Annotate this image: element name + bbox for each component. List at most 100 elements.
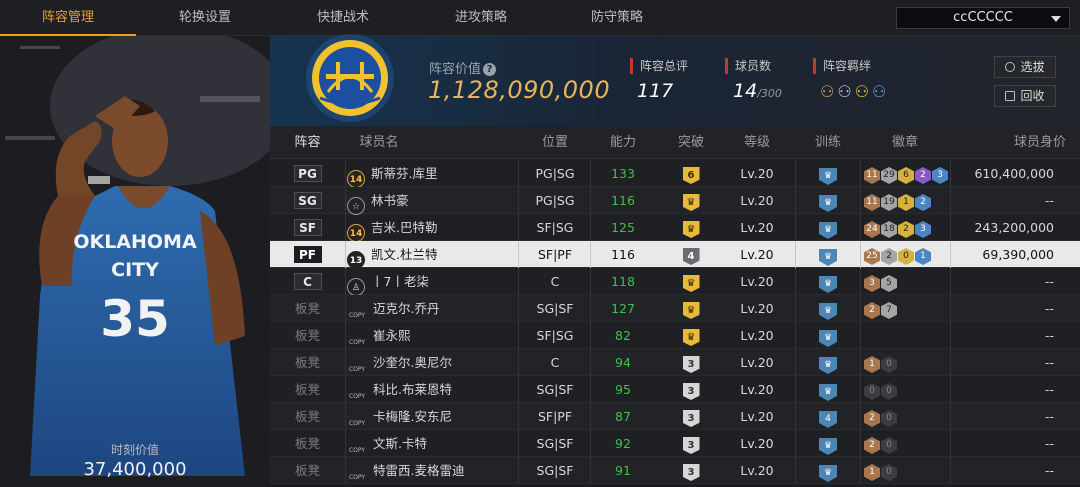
badges-cell[interactable]: 20: [864, 430, 898, 457]
slot-cell[interactable]: 板凳: [270, 322, 345, 349]
slot-cell[interactable]: 板凳: [270, 403, 345, 430]
col-position[interactable]: 位置: [520, 126, 590, 159]
badge-icon[interactable]: 2: [881, 248, 897, 265]
table-row[interactable]: SG ☆ 林书豪 PG|SG 116 ♛ Lv.20 ♛ 11 19 1 2 --: [270, 187, 1080, 215]
badges-cell[interactable]: 24 18 2 3: [864, 214, 932, 241]
breakthrough-icon[interactable]: ♛: [682, 329, 700, 346]
badge-icon[interactable]: 0: [881, 410, 897, 427]
tab-defense-strategy[interactable]: 防守策略: [550, 0, 684, 36]
tab-offense-strategy[interactable]: 进攻策略: [412, 0, 550, 36]
badge-icon[interactable]: 2: [864, 410, 880, 427]
training-icon[interactable]: ♛: [819, 168, 837, 185]
training-cell[interactable]: ♛: [800, 349, 856, 376]
breakthrough-cell[interactable]: ♛: [656, 214, 726, 241]
badge-icon[interactable]: 1: [864, 464, 880, 481]
table-row[interactable]: C ♙ 丨7丨老柒 C 118 ♛ Lv.20 ♛ 35 --: [270, 268, 1080, 296]
breakthrough-cell[interactable]: ♛: [656, 187, 726, 214]
badge-icon[interactable]: 7: [881, 302, 897, 319]
badge-icon[interactable]: 19: [881, 194, 897, 211]
badge-icon[interactable]: 3: [932, 167, 948, 184]
player-name-cell[interactable]: 13 凯文.杜兰特: [347, 241, 437, 269]
breakthrough-icon[interactable]: 3: [682, 464, 700, 481]
player-name-cell[interactable]: 14 吉米.巴特勒: [347, 214, 437, 242]
badge-icon[interactable]: 11: [864, 194, 880, 211]
player-name-cell[interactable]: COPY 特雷西.麦格雷迪: [347, 457, 465, 484]
bond-icon[interactable]: ⚇: [837, 82, 854, 101]
badge-icon[interactable]: 1: [915, 248, 931, 265]
recycle-button[interactable]: 回收: [994, 85, 1056, 107]
badge-icon[interactable]: 2: [915, 194, 931, 211]
table-row[interactable]: PG 14 斯蒂芬.库里 PG|SG 133 6 Lv.20 ♛ 11 29 6 2 3 …: [270, 160, 1080, 188]
badge-icon[interactable]: 0: [864, 383, 880, 400]
player-name-cell[interactable]: ♙ 丨7丨老柒: [347, 268, 429, 296]
breakthrough-icon[interactable]: 3: [682, 383, 700, 400]
team-dropdown[interactable]: ccCCCCC: [896, 7, 1070, 29]
slot-cell[interactable]: 板凳: [270, 349, 345, 376]
breakthrough-cell[interactable]: ♛: [656, 268, 726, 295]
training-icon[interactable]: ♛: [819, 303, 837, 320]
badge-icon[interactable]: 0: [881, 437, 897, 454]
training-icon[interactable]: 4: [819, 411, 837, 428]
training-cell[interactable]: ♛: [800, 160, 856, 187]
training-cell[interactable]: ♛: [800, 214, 856, 241]
tab-lineup-management[interactable]: 阵容管理: [0, 0, 136, 36]
help-icon[interactable]: ?: [483, 63, 497, 76]
slot-cell[interactable]: C: [270, 268, 345, 295]
bond-icon[interactable]: ⚇: [820, 82, 837, 101]
badge-icon[interactable]: 6: [898, 167, 914, 184]
breakthrough-icon[interactable]: 4: [682, 248, 700, 265]
table-row[interactable]: PF 13 凯文.杜兰特 SF|PF 116 4 Lv.20 ♛ 25 2 0 1 69…: [270, 241, 1080, 269]
col-slot[interactable]: 阵容: [270, 126, 345, 159]
player-name-cell[interactable]: COPY 卡梅隆.安东尼: [347, 403, 452, 430]
player-name-cell[interactable]: ☆ 林书豪: [347, 187, 409, 215]
badges-cell[interactable]: 11 29 6 2 3: [864, 160, 949, 187]
badge-icon[interactable]: 11: [864, 167, 880, 184]
badge-icon[interactable]: 24: [864, 221, 880, 238]
bond-icons[interactable]: ⚇⚇⚇⚇: [820, 82, 889, 101]
col-badges[interactable]: 徽章: [860, 126, 950, 159]
player-name-cell[interactable]: COPY 沙奎尔.奥尼尔: [347, 349, 452, 376]
slot-cell[interactable]: 板凳: [270, 376, 345, 403]
breakthrough-icon[interactable]: 6: [682, 167, 700, 184]
col-level[interactable]: 等级: [726, 126, 788, 159]
table-row[interactable]: 板凳 COPY 崔永熙 SF|SG 82 ♛ Lv.20 ♛ --: [270, 322, 1080, 349]
badge-icon[interactable]: 18: [881, 221, 897, 238]
slot-cell[interactable]: 板凳: [270, 457, 345, 484]
breakthrough-cell[interactable]: ♛: [656, 295, 726, 322]
breakthrough-cell[interactable]: 3: [656, 349, 726, 376]
training-icon[interactable]: ♛: [819, 465, 837, 482]
breakthrough-cell[interactable]: 3: [656, 457, 726, 484]
table-row[interactable]: 板凳 COPY 沙奎尔.奥尼尔 C 94 3 Lv.20 ♛ 10 --: [270, 349, 1080, 376]
training-cell[interactable]: ♛: [800, 322, 856, 349]
bond-icon[interactable]: ⚇: [872, 82, 889, 101]
table-row[interactable]: 板凳 COPY 特雷西.麦格雷迪 SG|SF 91 3 Lv.20 ♛ 10 --: [270, 457, 1080, 484]
training-cell[interactable]: ♛: [800, 295, 856, 322]
training-icon[interactable]: ♛: [819, 330, 837, 347]
select-button[interactable]: 选拔: [994, 56, 1056, 78]
training-icon[interactable]: ♛: [819, 438, 837, 455]
breakthrough-icon[interactable]: ♛: [682, 221, 700, 238]
player-name-cell[interactable]: COPY 迈克尔.乔丹: [347, 295, 440, 322]
badge-icon[interactable]: 2: [898, 221, 914, 238]
col-ability[interactable]: 能力: [590, 126, 656, 159]
player-name-cell[interactable]: COPY 崔永熙: [347, 322, 411, 349]
badge-icon[interactable]: 25: [864, 248, 880, 265]
badge-icon[interactable]: 3: [864, 275, 880, 292]
col-value[interactable]: 球员身价: [1000, 126, 1080, 159]
training-icon[interactable]: ♛: [819, 357, 837, 374]
badges-cell[interactable]: 35: [864, 268, 898, 295]
col-training[interactable]: 训练: [800, 126, 856, 159]
breakthrough-icon[interactable]: 3: [682, 410, 700, 427]
table-row[interactable]: 板凳 COPY 卡梅隆.安东尼 SF|PF 87 3 Lv.20 4 20 --: [270, 403, 1080, 430]
slot-cell[interactable]: PG: [270, 160, 345, 187]
slot-cell[interactable]: 板凳: [270, 295, 345, 322]
badges-cell[interactable]: 10: [864, 349, 898, 376]
player-portrait-panel[interactable]: OKLAHOMA CITY 35 时刻价值 37,400,000: [0, 36, 270, 485]
badges-cell[interactable]: 25 2 0 1: [864, 241, 932, 268]
training-cell[interactable]: ♛: [800, 430, 856, 457]
slot-cell[interactable]: 板凳: [270, 430, 345, 457]
tab-quick-tactics[interactable]: 快捷战术: [274, 0, 412, 36]
badge-icon[interactable]: 5: [881, 275, 897, 292]
badge-icon[interactable]: 0: [881, 356, 897, 373]
breakthrough-cell[interactable]: 3: [656, 376, 726, 403]
